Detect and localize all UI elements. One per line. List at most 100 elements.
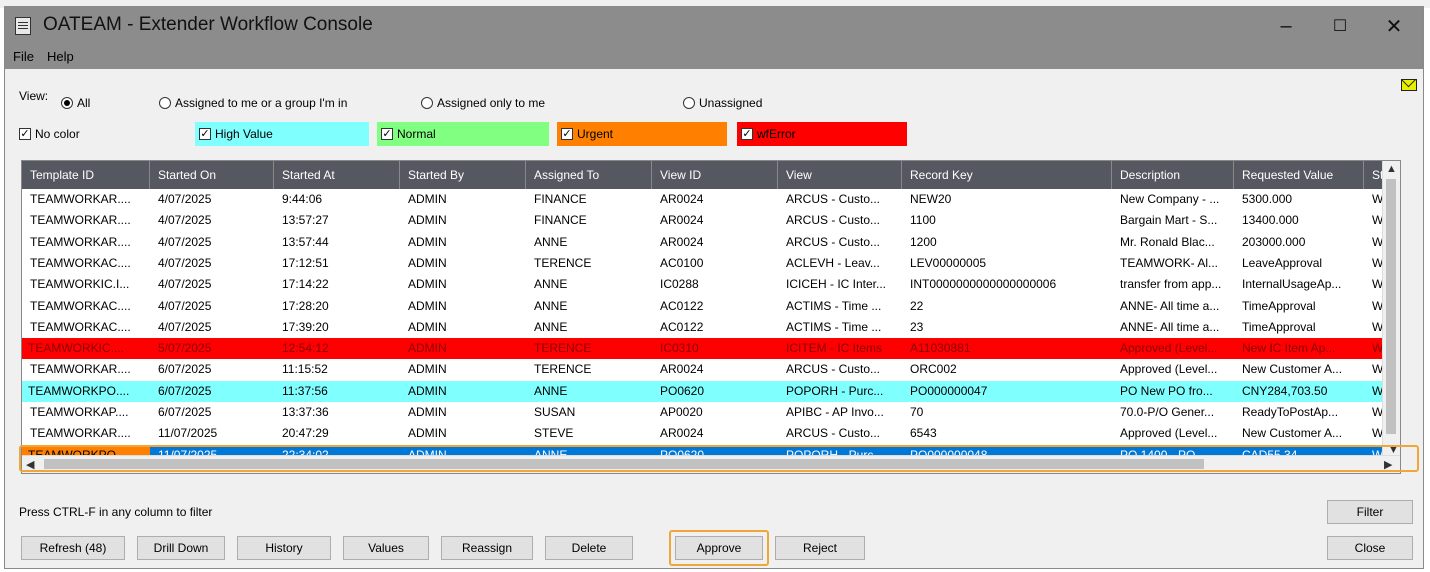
- vertical-scrollbar[interactable]: ▲: [1382, 161, 1400, 457]
- column-header[interactable]: Started At: [274, 161, 400, 189]
- table-cell: ARCUS - Custo...: [786, 213, 881, 228]
- table-cell: ADMIN: [408, 341, 447, 356]
- close-button[interactable]: Close: [1327, 536, 1413, 560]
- table-cell: ANNE- All time a...: [1120, 319, 1220, 334]
- table-cell: AP0020: [660, 405, 703, 419]
- table-cell: TEAMWORKAR....: [30, 213, 131, 228]
- horizontal-scroll-thumb[interactable]: [44, 459, 1204, 469]
- legend-normal[interactable]: ✓ Normal: [377, 122, 549, 146]
- table-cell: AR0024: [660, 234, 704, 249]
- table-cell: POPORH - Purc...: [786, 383, 884, 398]
- table-row[interactable]: TEAMWORKAR.... 6/07/2025 11:15:52 ADMIN TERE…: [22, 359, 1396, 381]
- legend-urgent[interactable]: ✓ Urgent: [557, 122, 727, 146]
- table-cell: ARCUS - Custo...: [786, 362, 881, 377]
- horizontal-scrollbar[interactable]: ◀ ▶: [22, 455, 1400, 473]
- column-header[interactable]: View ID: [652, 161, 778, 189]
- table-row[interactable]: TEAMWORKAC.... 4/07/2025 17:39:20 ADMIN ANNE…: [22, 316, 1396, 338]
- app-window: OATEAM - Extender Workflow Console – ☐ ✕…: [4, 6, 1424, 569]
- maximize-button[interactable]: ☐: [1317, 7, 1363, 45]
- close-window-button[interactable]: ✕: [1371, 7, 1417, 45]
- table-cell: AC0122: [660, 298, 704, 313]
- table-cell: 6543: [910, 426, 937, 441]
- table-cell: TERENCE: [534, 341, 592, 356]
- view-option-assigned-me[interactable]: Assigned only to me: [421, 96, 545, 110]
- table-cell: TEAMWORKAP....: [30, 405, 129, 419]
- table-row[interactable]: TEAMWORKAR.... 4/07/2025 13:57:44 ADMIN ANNE…: [22, 231, 1396, 253]
- radio-selected-icon: [61, 97, 73, 109]
- table-cell: 70: [910, 405, 924, 419]
- table-cell: 1100: [910, 213, 936, 228]
- table-row[interactable]: TEAMWORKPO.... 6/07/2025 11:37:56 ADMIN ANNE…: [22, 380, 1396, 402]
- scroll-up-icon[interactable]: ▲: [1386, 163, 1397, 175]
- column-header[interactable]: Record Key: [902, 161, 1112, 189]
- checkbox-checked-icon: ✓: [19, 128, 31, 140]
- view-option-label: All: [77, 96, 91, 110]
- table-row[interactable]: TEAMWORKAC.... 4/07/2025 17:12:51 ADMIN TERE…: [22, 252, 1396, 274]
- refresh-button[interactable]: Refresh (48): [21, 536, 125, 560]
- minimize-button[interactable]: –: [1263, 7, 1309, 45]
- legend-no-color[interactable]: ✓ No color: [19, 122, 189, 146]
- table-cell: 4/07/2025: [158, 234, 212, 249]
- view-label: View:: [19, 89, 49, 103]
- table-cell: AR0024: [660, 213, 704, 228]
- table-cell: Approved (Level...: [1120, 341, 1218, 356]
- table-row[interactable]: TEAMWORKAC.... 4/07/2025 17:28:20 ADMIN ANNE…: [22, 295, 1396, 317]
- filter-button[interactable]: Filter: [1327, 500, 1413, 524]
- table-row[interactable]: TEAMWORKIC.I... 4/07/2025 17:14:22 ADMIN ANN…: [22, 274, 1396, 296]
- history-button[interactable]: History: [237, 536, 331, 560]
- scroll-right-icon[interactable]: ▶: [1384, 458, 1392, 471]
- table-cell: 13:37:36: [282, 405, 329, 419]
- approve-button[interactable]: Approve: [675, 536, 763, 560]
- drill-down-button[interactable]: Drill Down: [137, 536, 225, 560]
- reassign-button[interactable]: Reassign: [441, 536, 533, 560]
- table-cell: TEAMWORKAR....: [30, 362, 131, 377]
- table-row[interactable]: TEAMWORKIC.... 5/07/2025 12:54:12 ADMIN TERE…: [22, 338, 1396, 360]
- column-header[interactable]: Description: [1112, 161, 1234, 189]
- table-cell: 4/07/2025: [158, 277, 212, 292]
- table-cell: 6/07/2025: [158, 362, 212, 377]
- legend-wferror[interactable]: ✓ wfError: [737, 122, 907, 146]
- table-cell: ADMIN: [408, 319, 447, 334]
- table-cell: TEAMWORKIC.I...: [30, 277, 130, 292]
- table-cell: AC0122: [660, 319, 704, 334]
- values-button[interactable]: Values: [343, 536, 429, 560]
- table-cell: TimeApproval: [1242, 298, 1316, 313]
- table-cell: New Customer A...: [1242, 426, 1343, 441]
- view-option-unassigned[interactable]: Unassigned: [683, 96, 762, 110]
- view-option-label: Assigned to me or a group I'm in: [175, 96, 348, 110]
- delete-button[interactable]: Delete: [545, 536, 633, 560]
- table-cell: ACTIMS - Time ...: [786, 319, 882, 334]
- table-cell: ADMIN: [408, 362, 447, 377]
- column-header[interactable]: Assigned To: [526, 161, 652, 189]
- table-cell: ADMIN: [408, 383, 447, 398]
- table-row[interactable]: TEAMWORKAP.... 6/07/2025 13:37:36 ADMIN SUSA…: [22, 402, 1396, 423]
- column-header[interactable]: Started By: [400, 161, 526, 189]
- filter-hint: Press CTRL-F in any column to filter: [19, 505, 213, 519]
- legend-label: No color: [35, 127, 80, 141]
- table-cell: ICICEH - IC Inter...: [786, 277, 887, 292]
- column-header[interactable]: Started On: [150, 161, 274, 189]
- column-header[interactable]: View: [778, 161, 902, 189]
- vertical-scroll-thumb[interactable]: [1386, 179, 1396, 434]
- table-cell: 4/07/2025: [158, 298, 212, 313]
- menu-help[interactable]: Help: [47, 49, 74, 64]
- column-header[interactable]: Requested Value: [1234, 161, 1364, 189]
- table-cell: TEAMWORK- Al...: [1120, 255, 1219, 270]
- table-cell: 11:37:56: [282, 383, 328, 398]
- table-cell: ADMIN: [408, 213, 447, 228]
- view-option-assigned-group[interactable]: Assigned to me or a group I'm in: [159, 96, 347, 110]
- scroll-down-icon[interactable]: ▼: [1388, 444, 1399, 456]
- table-cell: 4/07/2025: [158, 319, 212, 334]
- scroll-left-icon[interactable]: ◀: [26, 458, 34, 471]
- table-row[interactable]: TEAMWORKAR.... 11/07/2025 20:47:29 ADMIN STE…: [22, 423, 1396, 445]
- table-cell: 6/07/2025: [158, 405, 212, 419]
- menu-file[interactable]: File: [13, 49, 34, 64]
- view-option-all[interactable]: All: [61, 96, 90, 110]
- table-row[interactable]: TEAMWORKAR.... 4/07/2025 13:57:27 ADMIN FINA…: [22, 210, 1396, 232]
- reject-button[interactable]: Reject: [775, 536, 865, 560]
- table-cell: ANNE- All time a...: [1120, 298, 1220, 313]
- column-header[interactable]: Template ID: [22, 161, 150, 189]
- envelope-icon[interactable]: [1401, 79, 1417, 91]
- legend-high-value[interactable]: ✓ High Value: [195, 122, 369, 146]
- table-row[interactable]: TEAMWORKAR.... 4/07/2025 9:44:06 ADMIN FINAN…: [22, 189, 1396, 210]
